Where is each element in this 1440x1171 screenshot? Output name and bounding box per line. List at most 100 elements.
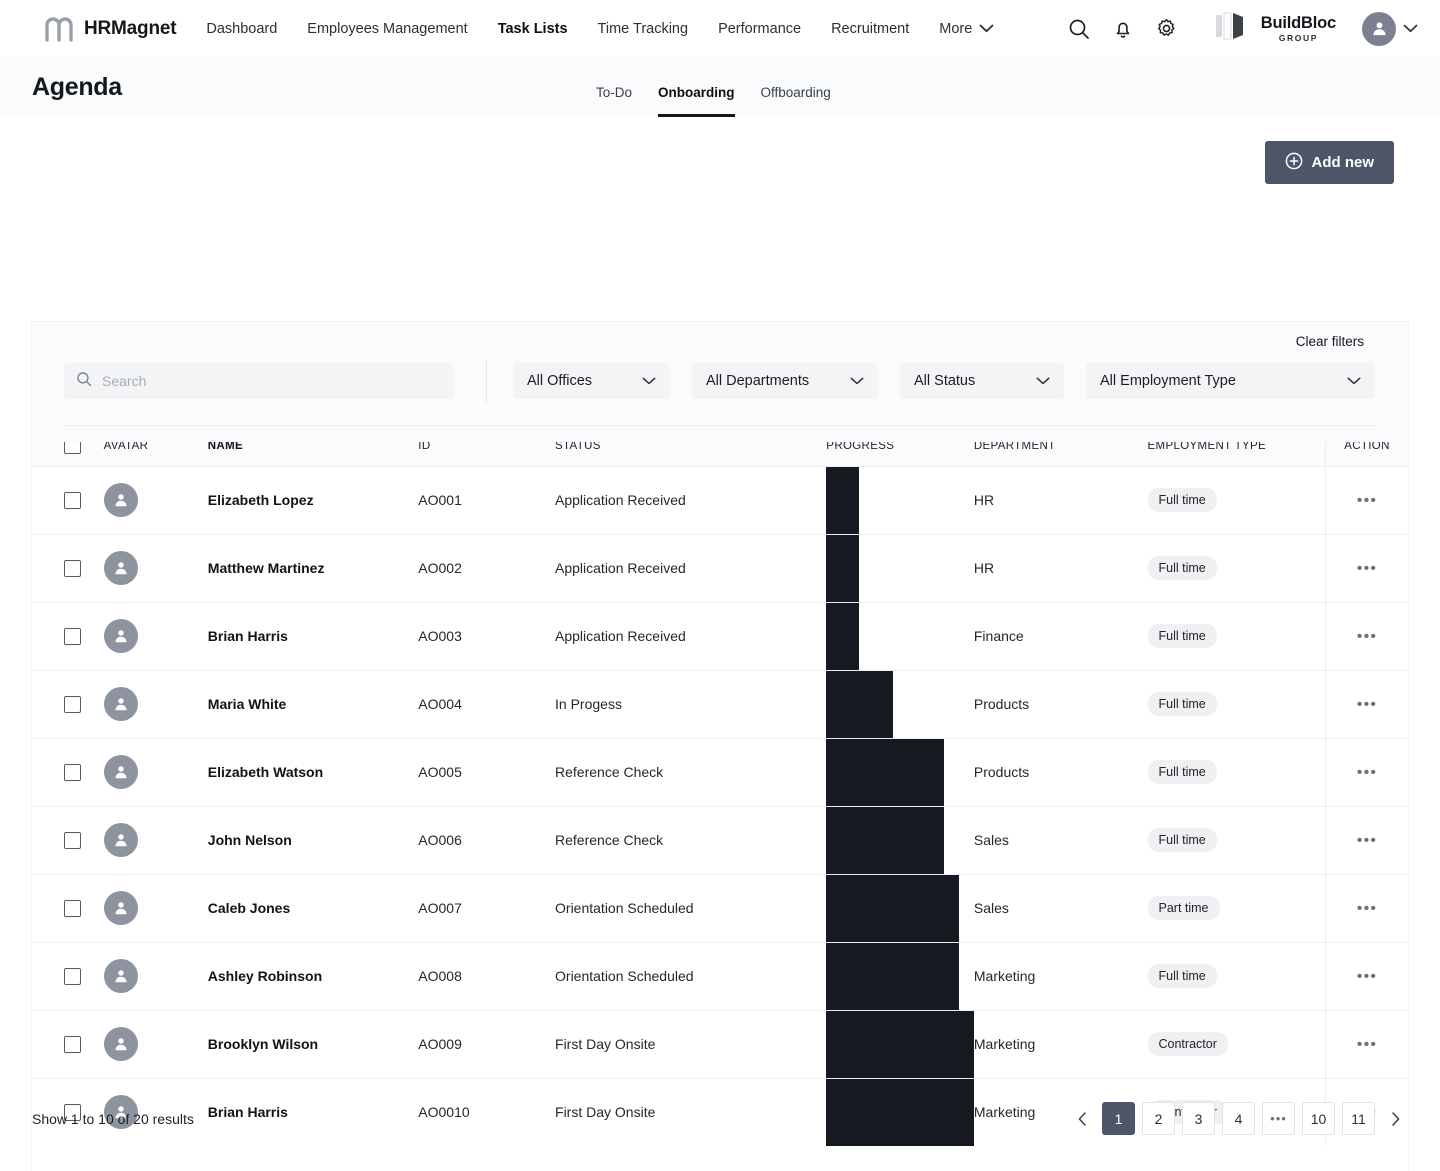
tab-onboarding[interactable]: Onboarding bbox=[658, 57, 735, 117]
brand[interactable]: HRMagnet bbox=[44, 15, 177, 43]
more-horizontal-icon[interactable]: ••• bbox=[1357, 560, 1377, 577]
row-checkbox[interactable] bbox=[64, 899, 81, 917]
more-horizontal-icon[interactable]: ••• bbox=[1357, 628, 1377, 645]
chevron-down-icon bbox=[642, 373, 656, 389]
account-menu[interactable] bbox=[1362, 11, 1418, 46]
filter-select-offices[interactable]: All Offices bbox=[513, 363, 670, 399]
brand-name: HRMagnet bbox=[84, 17, 177, 39]
pagination-page-3[interactable]: 3 bbox=[1182, 1102, 1215, 1135]
row-avatar-cell bbox=[103, 873, 208, 942]
nav-item-dashboard[interactable]: Dashboard bbox=[206, 21, 277, 37]
employment-type-badge: Full time bbox=[1147, 692, 1217, 716]
more-horizontal-icon[interactable]: ••• bbox=[1357, 832, 1377, 849]
row-checkbox[interactable] bbox=[64, 491, 81, 509]
page-subheader: Agenda To-Do Onboarding Offboarding bbox=[0, 57, 1440, 117]
nav-item-recruitment[interactable]: Recruitment bbox=[831, 21, 909, 37]
progress-bar bbox=[826, 738, 974, 806]
row-checkbox[interactable] bbox=[64, 763, 81, 781]
more-horizontal-icon[interactable]: ••• bbox=[1357, 968, 1377, 985]
pagination-page-4[interactable]: 4 bbox=[1222, 1102, 1255, 1135]
nav-item-performance[interactable]: Performance bbox=[718, 21, 801, 37]
table-row[interactable]: Ashley Robinson AO008 Orientation Schedule… bbox=[32, 941, 1408, 1010]
more-horizontal-icon[interactable]: ••• bbox=[1357, 1036, 1377, 1053]
row-select-cell bbox=[32, 601, 104, 670]
row-action-cell: ••• bbox=[1324, 737, 1408, 806]
table-row[interactable]: Matthew Martinez AO002 Application Receive… bbox=[32, 533, 1408, 602]
filter-select-status[interactable]: All Status bbox=[900, 363, 1064, 399]
row-status: Application Received bbox=[555, 465, 827, 534]
row-checkbox[interactable] bbox=[64, 627, 81, 645]
chevron-right-icon[interactable] bbox=[1382, 1104, 1408, 1134]
row-name: Elizabeth Watson bbox=[207, 737, 419, 806]
row-name: Brian Harris bbox=[207, 601, 419, 670]
table-row[interactable]: Elizabeth Lopez AO001 Application Received… bbox=[32, 465, 1408, 534]
more-horizontal-icon[interactable]: ••• bbox=[1357, 764, 1377, 781]
row-checkbox[interactable] bbox=[64, 1035, 81, 1053]
tab-to-do[interactable]: To-Do bbox=[596, 57, 632, 117]
chevron-left-icon[interactable] bbox=[1069, 1104, 1095, 1134]
table-row[interactable]: Elizabeth Watson AO005 Reference Check Prod… bbox=[32, 737, 1408, 806]
nav-item-time-tracking[interactable]: Time Tracking bbox=[598, 21, 689, 37]
tab-offboarding[interactable]: Offboarding bbox=[761, 57, 831, 117]
filter-select-departments[interactable]: All Departments bbox=[692, 363, 878, 399]
search-field[interactable] bbox=[64, 363, 454, 399]
nav-item-task-lists[interactable]: Task Lists bbox=[498, 21, 568, 37]
row-action-cell: ••• bbox=[1324, 533, 1408, 602]
row-select-cell bbox=[32, 533, 104, 602]
table-row[interactable]: Brian Harris AO003 Application Received Fin… bbox=[32, 601, 1408, 670]
nav-item-more[interactable]: More bbox=[939, 20, 994, 38]
row-checkbox[interactable] bbox=[64, 831, 81, 849]
row-id: AO006 bbox=[418, 805, 556, 874]
add-new-button[interactable]: Add new bbox=[1264, 141, 1394, 184]
row-progress-cell bbox=[826, 737, 974, 806]
row-checkbox[interactable] bbox=[64, 967, 81, 985]
row-progress-cell bbox=[826, 941, 974, 1010]
org-logo-subtitle: GROUP bbox=[1278, 32, 1318, 43]
progress-bar bbox=[826, 874, 974, 942]
table-row[interactable]: Maria White AO004 In Progess Products Full t… bbox=[32, 669, 1408, 738]
row-employment-type-cell: Full time bbox=[1147, 533, 1326, 602]
row-employment-type-cell: Full time bbox=[1147, 669, 1326, 738]
pagination-ellipsis[interactable]: ••• bbox=[1262, 1102, 1295, 1135]
row-checkbox[interactable] bbox=[64, 559, 81, 577]
row-id: AO008 bbox=[418, 941, 556, 1010]
pagination-page-1[interactable]: 1 bbox=[1102, 1102, 1135, 1135]
row-department: Sales bbox=[973, 873, 1148, 942]
more-horizontal-icon[interactable]: ••• bbox=[1357, 492, 1377, 509]
filter-select-employment-type[interactable]: All Employment Type bbox=[1086, 363, 1375, 399]
row-select-cell bbox=[32, 805, 104, 874]
employment-type-badge: Full time bbox=[1147, 828, 1217, 852]
avatar bbox=[103, 619, 138, 653]
table-footer: Show 1 to 10 of 20 results 1 2 3 4 ••• 10 11 bbox=[0, 1066, 1440, 1171]
chevron-down-icon bbox=[850, 373, 864, 389]
nav-item-employees-management[interactable]: Employees Management bbox=[307, 21, 467, 37]
table-row[interactable]: Caleb Jones AO007 Orientation Scheduled Sal… bbox=[32, 873, 1408, 942]
clear-filters-button[interactable]: Clear filters bbox=[64, 322, 1376, 349]
table-row[interactable]: John Nelson AO006 Reference Check Sales Full… bbox=[32, 805, 1408, 874]
row-select-cell bbox=[32, 941, 104, 1010]
row-status: In Progess bbox=[555, 669, 827, 738]
pagination-page-10[interactable]: 10 bbox=[1302, 1102, 1335, 1135]
filter-divider bbox=[486, 359, 487, 403]
row-id: AO007 bbox=[418, 873, 556, 942]
pagination-page-2[interactable]: 2 bbox=[1142, 1102, 1175, 1135]
row-action-cell: ••• bbox=[1324, 805, 1408, 874]
org-logo-title: BuildBloc bbox=[1260, 14, 1336, 32]
pagination-page-11[interactable]: 11 bbox=[1342, 1102, 1375, 1135]
row-employment-type-cell: Full time bbox=[1147, 601, 1326, 670]
chevron-down-icon bbox=[1036, 373, 1050, 389]
add-new-label: Add new bbox=[1311, 154, 1375, 171]
row-checkbox[interactable] bbox=[64, 695, 81, 713]
more-horizontal-icon[interactable]: ••• bbox=[1357, 900, 1377, 917]
row-employment-type-cell: Full time bbox=[1147, 465, 1326, 534]
row-status: Orientation Scheduled bbox=[555, 941, 827, 1010]
search-input[interactable] bbox=[102, 373, 442, 389]
search-icon[interactable] bbox=[1067, 17, 1091, 41]
table-card: Clear filters All Offices All Depa bbox=[32, 322, 1408, 1171]
row-avatar-cell bbox=[103, 533, 208, 602]
bell-icon[interactable] bbox=[1111, 17, 1135, 41]
more-horizontal-icon[interactable]: ••• bbox=[1357, 696, 1377, 713]
nav-item-more-label[interactable]: More bbox=[939, 21, 972, 37]
row-avatar-cell bbox=[103, 805, 208, 874]
gear-icon[interactable] bbox=[1155, 17, 1179, 41]
